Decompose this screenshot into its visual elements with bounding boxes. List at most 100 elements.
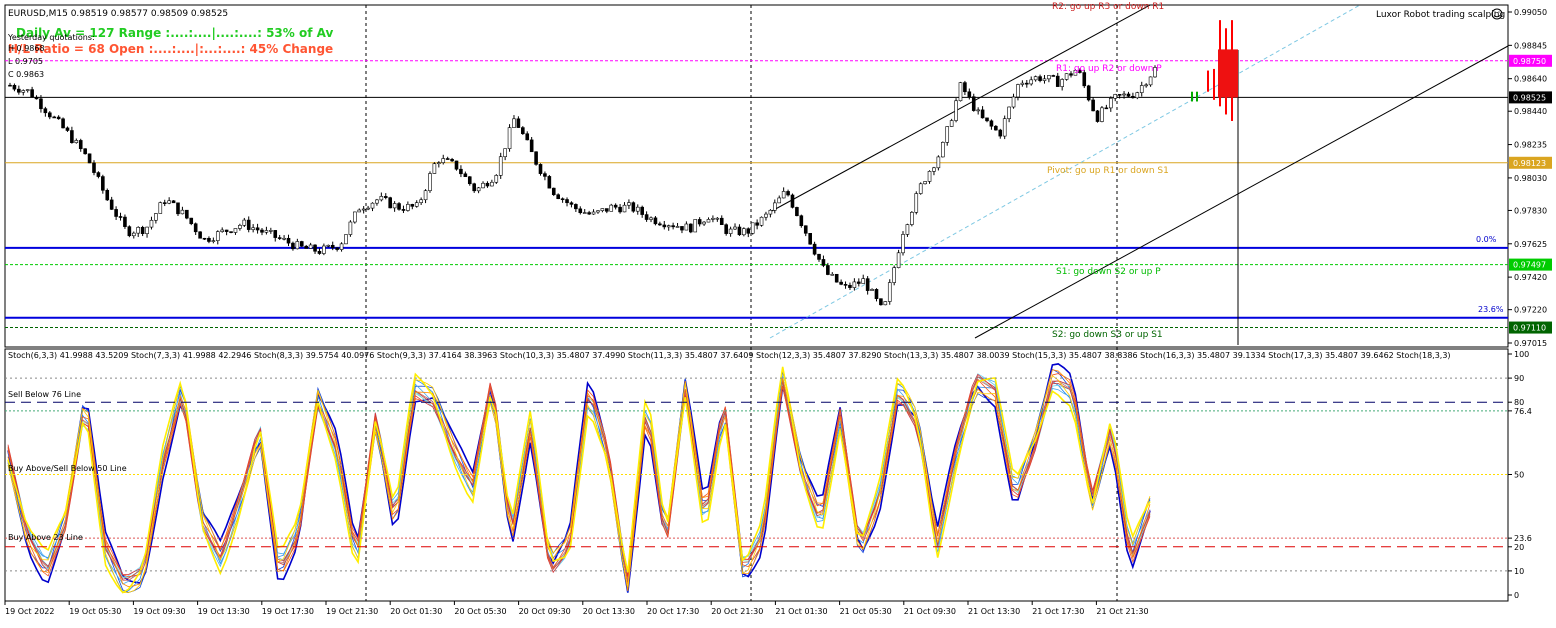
candle-body (34, 96, 39, 100)
yesterday-title: Yesterday quotations: (7, 33, 95, 42)
candle-body (1135, 92, 1140, 99)
candle-body (870, 289, 874, 291)
price-tick-label: 0.98030 (1514, 174, 1547, 183)
candle-body (817, 253, 821, 260)
candle-body (1047, 75, 1051, 80)
price-tick-label: 0.97830 (1514, 206, 1547, 215)
candle-body (666, 225, 671, 228)
r2-label: R2: go up R3 or down R1 (1052, 2, 1164, 12)
candle-body (724, 224, 728, 234)
candle-body (790, 194, 795, 208)
candle-body (317, 250, 322, 254)
time-tick-label: 19 Oct 05:30 (69, 607, 121, 616)
candle-body (821, 259, 826, 266)
candle-body (264, 230, 269, 233)
candle-body (596, 210, 600, 213)
candle-body (154, 213, 158, 221)
candle-body (229, 231, 233, 233)
candle-body (1086, 85, 1091, 101)
candle-body (353, 211, 357, 223)
candle-body (87, 153, 92, 164)
candle-body (1122, 93, 1126, 96)
candle-body (635, 206, 640, 212)
price-badge-label: 0.97110 (1513, 324, 1546, 333)
candle-body (737, 226, 742, 236)
time-tick-label: 21 Oct 17:30 (1032, 607, 1084, 616)
candle-body (613, 204, 618, 208)
candle-body (600, 208, 605, 211)
candle-body (852, 281, 857, 288)
candle-body (96, 172, 101, 177)
candle-body (684, 223, 689, 231)
candle-body (167, 200, 171, 204)
candle-body (1051, 75, 1056, 77)
candle-body (61, 118, 65, 129)
candle-body (419, 199, 423, 203)
candle-body (74, 140, 79, 144)
forecast-block (1218, 49, 1238, 98)
r1-label: R1: go up R2 or down P (1056, 64, 1162, 74)
candle-body (755, 222, 759, 226)
price-tick-label: 0.99050 (1514, 8, 1547, 17)
candle-body (379, 196, 384, 201)
candle-body (375, 199, 379, 204)
candle-body (437, 162, 441, 165)
stoch-tick-label: 23.6 (1514, 534, 1532, 543)
candle-body (131, 232, 136, 237)
fib-236-label: 23.6% (1478, 305, 1504, 314)
price-badge-label: 0.98123 (1513, 159, 1546, 168)
candle-body (17, 88, 21, 93)
time-tick-label: 21 Oct 05:30 (840, 607, 892, 616)
candle-body (273, 230, 278, 238)
candle-body (339, 243, 344, 250)
candle-body (1082, 72, 1087, 87)
candle-body (1126, 93, 1131, 97)
s1-label: S1: go down S2 or up P (1056, 267, 1161, 277)
chart-window[interactable]: 0.99050 0.98845 0.98640 0.98440 0.98235 0.980… (0, 0, 1556, 624)
candle-body (52, 116, 57, 119)
candle-body (406, 204, 410, 211)
candle-body (914, 193, 919, 213)
candle-body (551, 187, 556, 196)
candle-body (313, 244, 317, 252)
candle-body (507, 127, 512, 149)
candle-body (887, 282, 892, 302)
candle-body (215, 231, 220, 241)
candle-body (361, 208, 366, 211)
stoch-header: Stoch(6,3,3) 41.9988 43.5209 Stoch(7,3,3… (8, 351, 1451, 360)
candle-body (246, 219, 251, 230)
candle-body (65, 127, 70, 131)
candle-body (940, 142, 945, 158)
candle-body (958, 82, 963, 102)
candle-body (326, 244, 331, 247)
price-tick-label: 0.97220 (1514, 306, 1547, 315)
candle-body (910, 212, 914, 225)
candle-body (1104, 107, 1109, 110)
candle-body (322, 245, 326, 254)
candle-body (529, 139, 534, 153)
robot-label: Luxor Robot trading scalping (1376, 10, 1505, 20)
candle-body (843, 284, 848, 286)
candle-body (618, 206, 622, 213)
candle-body (901, 234, 905, 254)
candle-body (366, 207, 370, 210)
candle-body (481, 182, 485, 189)
candle-body (746, 228, 751, 234)
candle-body (308, 244, 313, 249)
candle-body (693, 219, 698, 233)
candle-body (1148, 76, 1153, 86)
candle-body (39, 98, 43, 109)
candle-body (21, 90, 26, 93)
candle-body (954, 100, 958, 121)
time-tick-label: 19 Oct 17:30 (262, 607, 314, 616)
candle-body (609, 204, 614, 212)
candle-body (719, 217, 724, 225)
candle-body (839, 281, 843, 285)
candle-body (171, 200, 176, 204)
candle-body (445, 158, 450, 160)
candle-body (795, 207, 799, 217)
candle-body (786, 191, 790, 196)
candle-body (1144, 84, 1148, 87)
candle-body (883, 301, 888, 306)
candle-body (207, 238, 211, 242)
